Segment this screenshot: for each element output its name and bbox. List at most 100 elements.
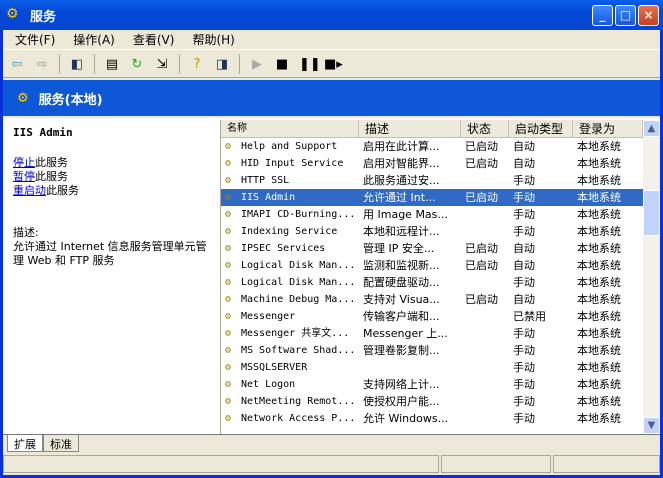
column-status[interactable]: 状态: [461, 120, 509, 137]
scroll-down-button[interactable]: ▼: [643, 417, 660, 434]
service-row[interactable]: ⚙ Help and Support 启用在此计算... 已启动 自动 本地系统: [221, 138, 660, 155]
properties-icon[interactable]: ▤: [104, 57, 120, 72]
service-name: ⚙ Messenger 共享文...: [221, 325, 359, 342]
service-row[interactable]: ⚙ Network Access P... 允许 Windows... 手动 本地系统: [221, 410, 660, 427]
service-startup-type-text: 手动: [513, 225, 535, 238]
service-description: 启用在此计算...: [359, 138, 461, 155]
back-icon[interactable]: ⇦: [9, 57, 25, 72]
description-text: 允许通过 Internet 信息服务管理单元管理 Web 和 FTP 服务: [13, 240, 207, 267]
service-log-on-as: 本地系统: [573, 274, 643, 291]
maximize-button[interactable]: □: [615, 5, 636, 26]
service-description-text: 支持网络上计...: [363, 378, 440, 391]
column-description[interactable]: 描述: [359, 120, 461, 137]
service-row[interactable]: ⚙ Machine Debug Ma... 支持对 Visua... 已启动 自动 本地系…: [221, 291, 660, 308]
service-description: 支持对 Visua...: [359, 291, 461, 308]
service-row[interactable]: ⚙ HTTP SSL 此服务通过安... 手动 本地系统: [221, 172, 660, 189]
stop-link[interactable]: 停止: [13, 156, 35, 169]
start-service-icon[interactable]: ▶: [249, 57, 265, 72]
service-startup-type: 手动: [509, 410, 573, 427]
service-status: 已启动: [461, 291, 509, 308]
service-status: [461, 206, 509, 223]
service-description: 启用对智能界...: [359, 155, 461, 172]
service-description: 用 Image Mas...: [359, 206, 461, 223]
service-startup-type-text: 已禁用: [513, 310, 546, 323]
service-status-text: 已启动: [465, 293, 498, 306]
service-row[interactable]: ⚙ HID Input Service 启用对智能界... 已启动 自动 本地系统: [221, 155, 660, 172]
help-icon[interactable]: ?: [189, 57, 205, 72]
service-row[interactable]: ⚙ NetMeeting Remot... 使授权用户能... 手动 本地系统: [221, 393, 660, 410]
service-row[interactable]: ⚙ Logical Disk Man... 监测和监视新... 已启动 自动 本地系统: [221, 257, 660, 274]
service-row[interactable]: ⚙ IMAPI CD-Burning... 用 Image Mas... 手动 本地系统: [221, 206, 660, 223]
tab-extended[interactable]: 扩展: [7, 435, 43, 452]
service-startup-type: 手动: [509, 325, 573, 342]
service-row[interactable]: ⚙ Indexing Service 本地和远程计... 手动 本地系统: [221, 223, 660, 240]
action-text: 此服务: [35, 170, 68, 183]
service-startup-type-text: 手动: [513, 327, 535, 340]
close-button[interactable]: ×: [638, 5, 659, 26]
restart-service-icon[interactable]: ■▸: [324, 57, 343, 72]
service-startup-type: 手动: [509, 342, 573, 359]
service-name: ⚙ IPSEC Services: [221, 240, 359, 257]
service-row[interactable]: ⚙ MSSQLSERVER 手动 本地系统: [221, 359, 660, 376]
service-startup-type: 自动: [509, 240, 573, 257]
service-name: ⚙ IMAPI CD-Burning...: [221, 206, 359, 223]
status-bar: [3, 455, 660, 475]
menu-bar: 文件(F) 操作(A) 查看(V) 帮助(H): [3, 30, 660, 50]
minimize-button[interactable]: _: [592, 5, 613, 26]
column-log-on-as[interactable]: 登录为: [573, 120, 643, 137]
service-row[interactable]: ⚙ Messenger 传输客户端和... 已禁用 本地系统: [221, 308, 660, 325]
service-gear-icon: ⚙: [225, 243, 232, 254]
service-gear-icon: ⚙: [225, 396, 232, 407]
service-description: 配置硬盘驱动...: [359, 274, 461, 291]
column-name[interactable]: 名称: [221, 120, 359, 137]
service-gear-icon: ⚙: [225, 141, 232, 152]
service-gear-icon: ⚙: [225, 345, 232, 356]
menu-view[interactable]: 查看(V): [133, 31, 175, 48]
menu-file[interactable]: 文件(F): [15, 31, 55, 48]
service-log-on-as: 本地系统: [573, 155, 643, 172]
menu-help[interactable]: 帮助(H): [192, 31, 234, 48]
service-row[interactable]: ⚙ Messenger 共享文... Messenger 上... 手动 本地系统: [221, 325, 660, 342]
export-list-icon[interactable]: ⇲: [154, 57, 170, 72]
service-status: [461, 223, 509, 240]
service-log-on-as-text: 本地系统: [577, 259, 621, 272]
service-name-text: Machine Debug Ma...: [241, 294, 356, 305]
service-description: [359, 359, 461, 376]
menu-action[interactable]: 操作(A): [73, 31, 115, 48]
service-startup-type-text: 自动: [513, 242, 535, 255]
selected-service-name: IIS Admin: [13, 126, 73, 139]
service-row[interactable]: ⚙ IPSEC Services 管理 IP 安全... 已启动 自动 本地系统: [221, 240, 660, 257]
forward-icon[interactable]: ⇨: [34, 57, 50, 72]
service-name-text: NetMeeting Remot...: [241, 396, 356, 407]
service-row[interactable]: ⚙ Logical Disk Man... 配置硬盘驱动... 手动 本地系统: [221, 274, 660, 291]
service-startup-type-text: 手动: [513, 395, 535, 408]
service-name: ⚙ HID Input Service: [221, 155, 359, 172]
service-startup-type: 手动: [509, 223, 573, 240]
refresh-icon[interactable]: ↻: [129, 57, 145, 72]
service-row[interactable]: ⚙ IIS Admin 允许通过 Int... 已启动 手动 本地系统: [221, 189, 660, 206]
service-row[interactable]: ⚙ MS Software Shad... 管理卷影复制... 手动 本地系统: [221, 342, 660, 359]
service-description-text: 此服务通过安...: [363, 174, 440, 187]
service-log-on-as: 本地系统: [573, 189, 643, 206]
service-gear-icon: ⚙: [225, 226, 232, 237]
column-startup-type[interactable]: 启动类型: [509, 120, 573, 137]
service-row[interactable]: ⚙ Net Logon 支持网络上计... 手动 本地系统: [221, 376, 660, 393]
service-gear-icon: ⚙: [225, 362, 232, 373]
pause-service-icon[interactable]: ❚❚: [299, 57, 321, 72]
service-status-text: 已启动: [465, 140, 498, 153]
tab-standard[interactable]: 标准: [43, 435, 79, 452]
service-description-text: 监测和监视新...: [363, 259, 440, 272]
title-bar: ⚙ 服务 _ □ ×: [0, 0, 663, 30]
pause-link[interactable]: 暂停: [13, 170, 35, 183]
vertical-scrollbar[interactable]: ▲ ▼: [643, 120, 660, 434]
service-name-text: IPSEC Services: [241, 243, 326, 254]
stop-service-icon[interactable]: ■: [274, 57, 290, 72]
restart-link[interactable]: 重启动: [13, 184, 46, 197]
scroll-up-button[interactable]: ▲: [643, 120, 660, 137]
scroll-thumb[interactable]: [643, 190, 660, 236]
show-action-pane-icon[interactable]: ◨: [214, 57, 230, 72]
show-hide-tree-icon[interactable]: ◧: [69, 57, 85, 72]
service-description: 允许通过 Int...: [359, 189, 461, 206]
service-log-on-as-text: 本地系统: [577, 327, 621, 340]
service-name: ⚙ Indexing Service: [221, 223, 359, 240]
